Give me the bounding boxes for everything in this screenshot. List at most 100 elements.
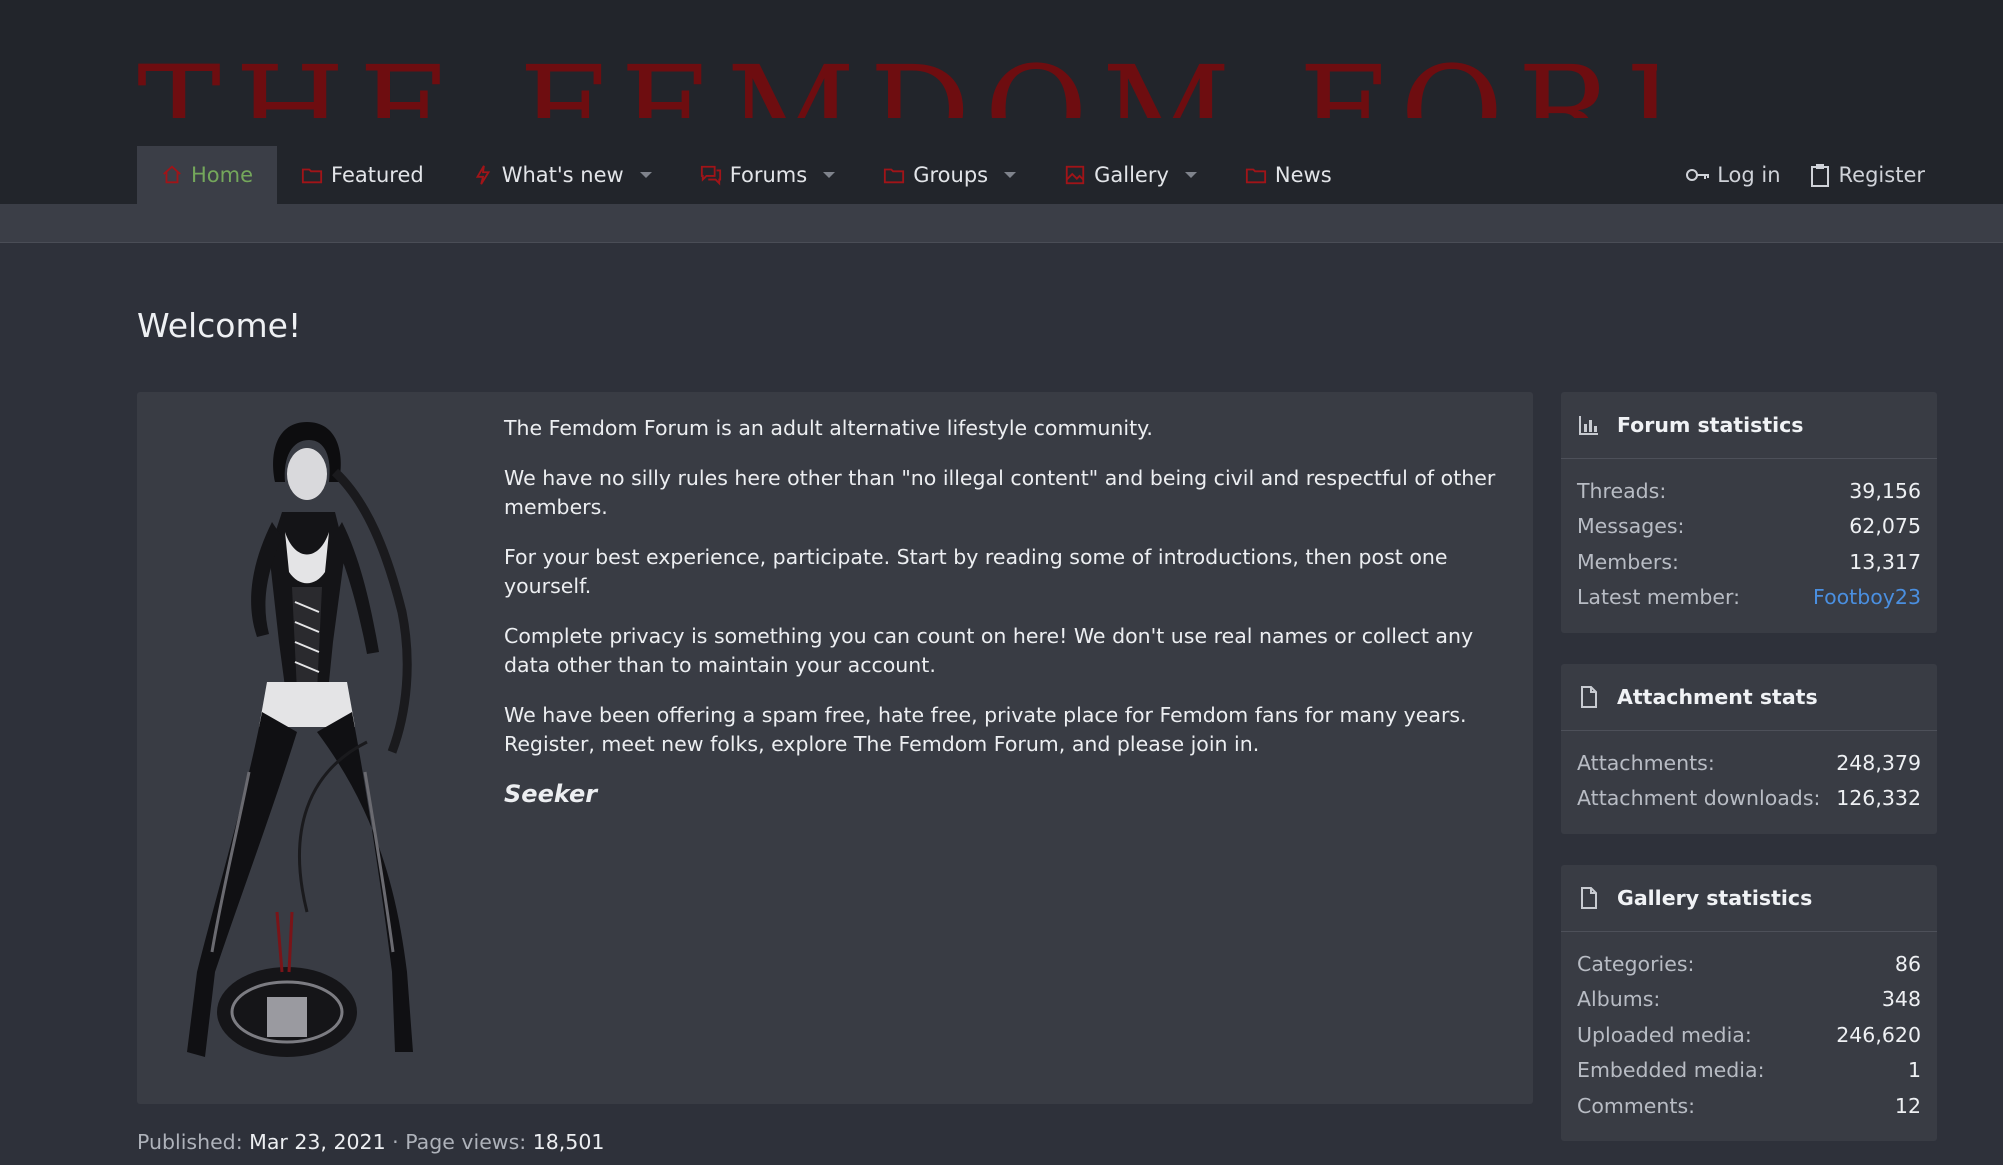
published-label: Published: — [137, 1130, 243, 1154]
key-icon — [1686, 169, 1710, 181]
stat-value: 12 — [1894, 1093, 1921, 1118]
tab-news[interactable]: News — [1221, 146, 1356, 204]
clipboard-icon — [1810, 164, 1829, 187]
page-meta: Published: Mar 23, 2021 · Page views: 18… — [137, 1130, 604, 1154]
stat-row: Comments: 12 — [1577, 1088, 1921, 1124]
stat-label: Comments: — [1577, 1093, 1696, 1118]
home-icon — [163, 165, 181, 184]
site-logo[interactable]: THE FEMDOM FORUM — [137, 40, 1657, 119]
stat-row: Categories: 86 — [1577, 946, 1921, 982]
gallery-statistics-body: Categories: 86 Albums: 348 Uploaded medi… — [1561, 932, 1937, 1134]
stat-value: 348 — [1881, 987, 1921, 1012]
stat-label: Latest member: — [1577, 585, 1741, 610]
chevron-down-icon[interactable] — [1184, 172, 1197, 178]
stat-label: Members: — [1577, 549, 1679, 574]
file-icon — [1581, 887, 1597, 909]
stat-label: Attachment downloads: — [1577, 786, 1821, 811]
welcome-paragraph: The Femdom Forum is an adult alternative… — [504, 416, 1153, 440]
page-title: Welcome! — [137, 306, 302, 345]
folder-icon — [301, 168, 323, 184]
chevron-down-icon[interactable] — [823, 172, 836, 178]
stat-value: 86 — [1894, 951, 1921, 976]
tab-whats-new[interactable]: What's new — [448, 146, 676, 204]
welcome-paragraph: Complete privacy is something you can co… — [504, 624, 1474, 677]
register-link[interactable]: Register — [1807, 163, 1925, 187]
stat-row: Embedded media: 1 — [1577, 1053, 1921, 1089]
stat-value: 13,317 — [1849, 549, 1921, 574]
welcome-content: The Femdom Forum is an adult alternative… — [504, 414, 1514, 809]
stat-value: 39,156 — [1849, 478, 1921, 503]
tab-featured-label: Featured — [331, 163, 424, 187]
sub-nav-bar — [0, 204, 2003, 243]
tab-news-label: News — [1274, 163, 1332, 187]
site-header: THE FEMDOM FORUM Home Featured What's ne… — [0, 0, 2003, 204]
attachment-stats-header: Attachment stats — [1561, 664, 1937, 731]
views-label: Page views: — [405, 1130, 527, 1154]
tab-home[interactable]: Home — [137, 146, 278, 204]
welcome-paragraph: We have been offering a spam free, hate … — [504, 703, 1467, 756]
forum-statistics-body: Threads: 39,156 Messages: 62,075 Members… — [1561, 459, 1937, 625]
gallery-statistics-header: Gallery statistics — [1561, 865, 1937, 932]
login-label: Log in — [1717, 163, 1781, 187]
tab-groups-label: Groups — [913, 163, 989, 187]
stat-label: Attachments: — [1577, 750, 1715, 775]
views-count: 18,501 — [532, 1130, 605, 1154]
forum-statistics-title: Forum statistics — [1617, 413, 1804, 437]
stat-label: Threads: — [1577, 478, 1667, 503]
welcome-block: The Femdom Forum is an adult alternative… — [137, 392, 1533, 1104]
stat-value: 126,332 — [1836, 786, 1921, 811]
chevron-down-icon[interactable] — [639, 172, 652, 178]
folder-icon — [1245, 168, 1266, 184]
published-date: Mar 23, 2021 — [249, 1130, 386, 1154]
stat-label: Uploaded media: — [1577, 1022, 1752, 1047]
tab-featured[interactable]: Featured — [277, 146, 448, 204]
gallery-statistics-title: Gallery statistics — [1617, 886, 1813, 910]
welcome-paragraph: For your best experience, participate. S… — [504, 545, 1448, 598]
stat-row: Messages: 62,075 — [1577, 509, 1921, 545]
main-nav: Home Featured What's new Forums Groups G… — [137, 146, 1356, 204]
illustration-image — [157, 412, 477, 1077]
stat-row: Threads: 39,156 — [1577, 473, 1921, 509]
stat-label: Albums: — [1577, 987, 1661, 1012]
login-link[interactable]: Log in — [1685, 163, 1781, 187]
forum-statistics-header: Forum statistics — [1561, 392, 1937, 459]
image-icon — [1065, 165, 1085, 185]
stat-row: Attachment downloads: 126,332 — [1577, 781, 1921, 817]
stat-row: Uploaded media: 246,620 — [1577, 1017, 1921, 1053]
stat-row: Latest member: Footboy23 — [1577, 580, 1921, 616]
signature: Seeker — [504, 780, 598, 808]
tab-forums[interactable]: Forums — [676, 146, 860, 204]
stat-label: Messages: — [1577, 514, 1685, 539]
stat-value: 62,075 — [1849, 514, 1921, 539]
bar-chart-icon — [1579, 416, 1598, 435]
stat-label: Embedded media: — [1577, 1058, 1765, 1083]
tab-gallery[interactable]: Gallery — [1040, 146, 1221, 204]
tab-home-label: Home — [191, 163, 254, 187]
latest-member-link[interactable]: Footboy23 — [1813, 585, 1921, 609]
tab-whats-new-label: What's new — [501, 163, 624, 187]
tab-gallery-label: Gallery — [1094, 163, 1169, 187]
meta-separator: · — [392, 1130, 399, 1154]
stat-value: 246,620 — [1836, 1022, 1921, 1047]
attachment-stats-body: Attachments: 248,379 Attachment download… — [1561, 731, 1937, 826]
chevron-down-icon[interactable] — [1004, 172, 1017, 178]
site-logo-text: THE FEMDOM FORUM — [137, 40, 1657, 119]
tab-forums-label: Forums — [729, 163, 808, 187]
stat-row: Attachments: 248,379 — [1577, 745, 1921, 781]
forum-statistics-block: Forum statistics Threads: 39,156 Message… — [1561, 392, 1937, 633]
welcome-paragraph: We have no silly rules here other than "… — [504, 466, 1496, 519]
stat-label: Categories: — [1577, 951, 1695, 976]
folder-icon — [884, 168, 905, 184]
comments-icon — [700, 165, 721, 186]
account-nav: Log in Register — [1685, 146, 1925, 204]
stat-value: 248,379 — [1836, 750, 1921, 775]
stat-value: 1 — [1907, 1058, 1921, 1083]
attachment-stats-title: Attachment stats — [1617, 685, 1818, 709]
stat-row: Albums: 348 — [1577, 982, 1921, 1018]
gallery-statistics-block: Gallery statistics Categories: 86 Albums… — [1561, 865, 1937, 1141]
tab-groups[interactable]: Groups — [859, 146, 1040, 204]
file-icon — [1581, 686, 1597, 708]
register-label: Register — [1838, 163, 1925, 187]
stat-row: Members: 13,317 — [1577, 544, 1921, 580]
attachment-stats-block: Attachment stats Attachments: 248,379 At… — [1561, 664, 1937, 834]
